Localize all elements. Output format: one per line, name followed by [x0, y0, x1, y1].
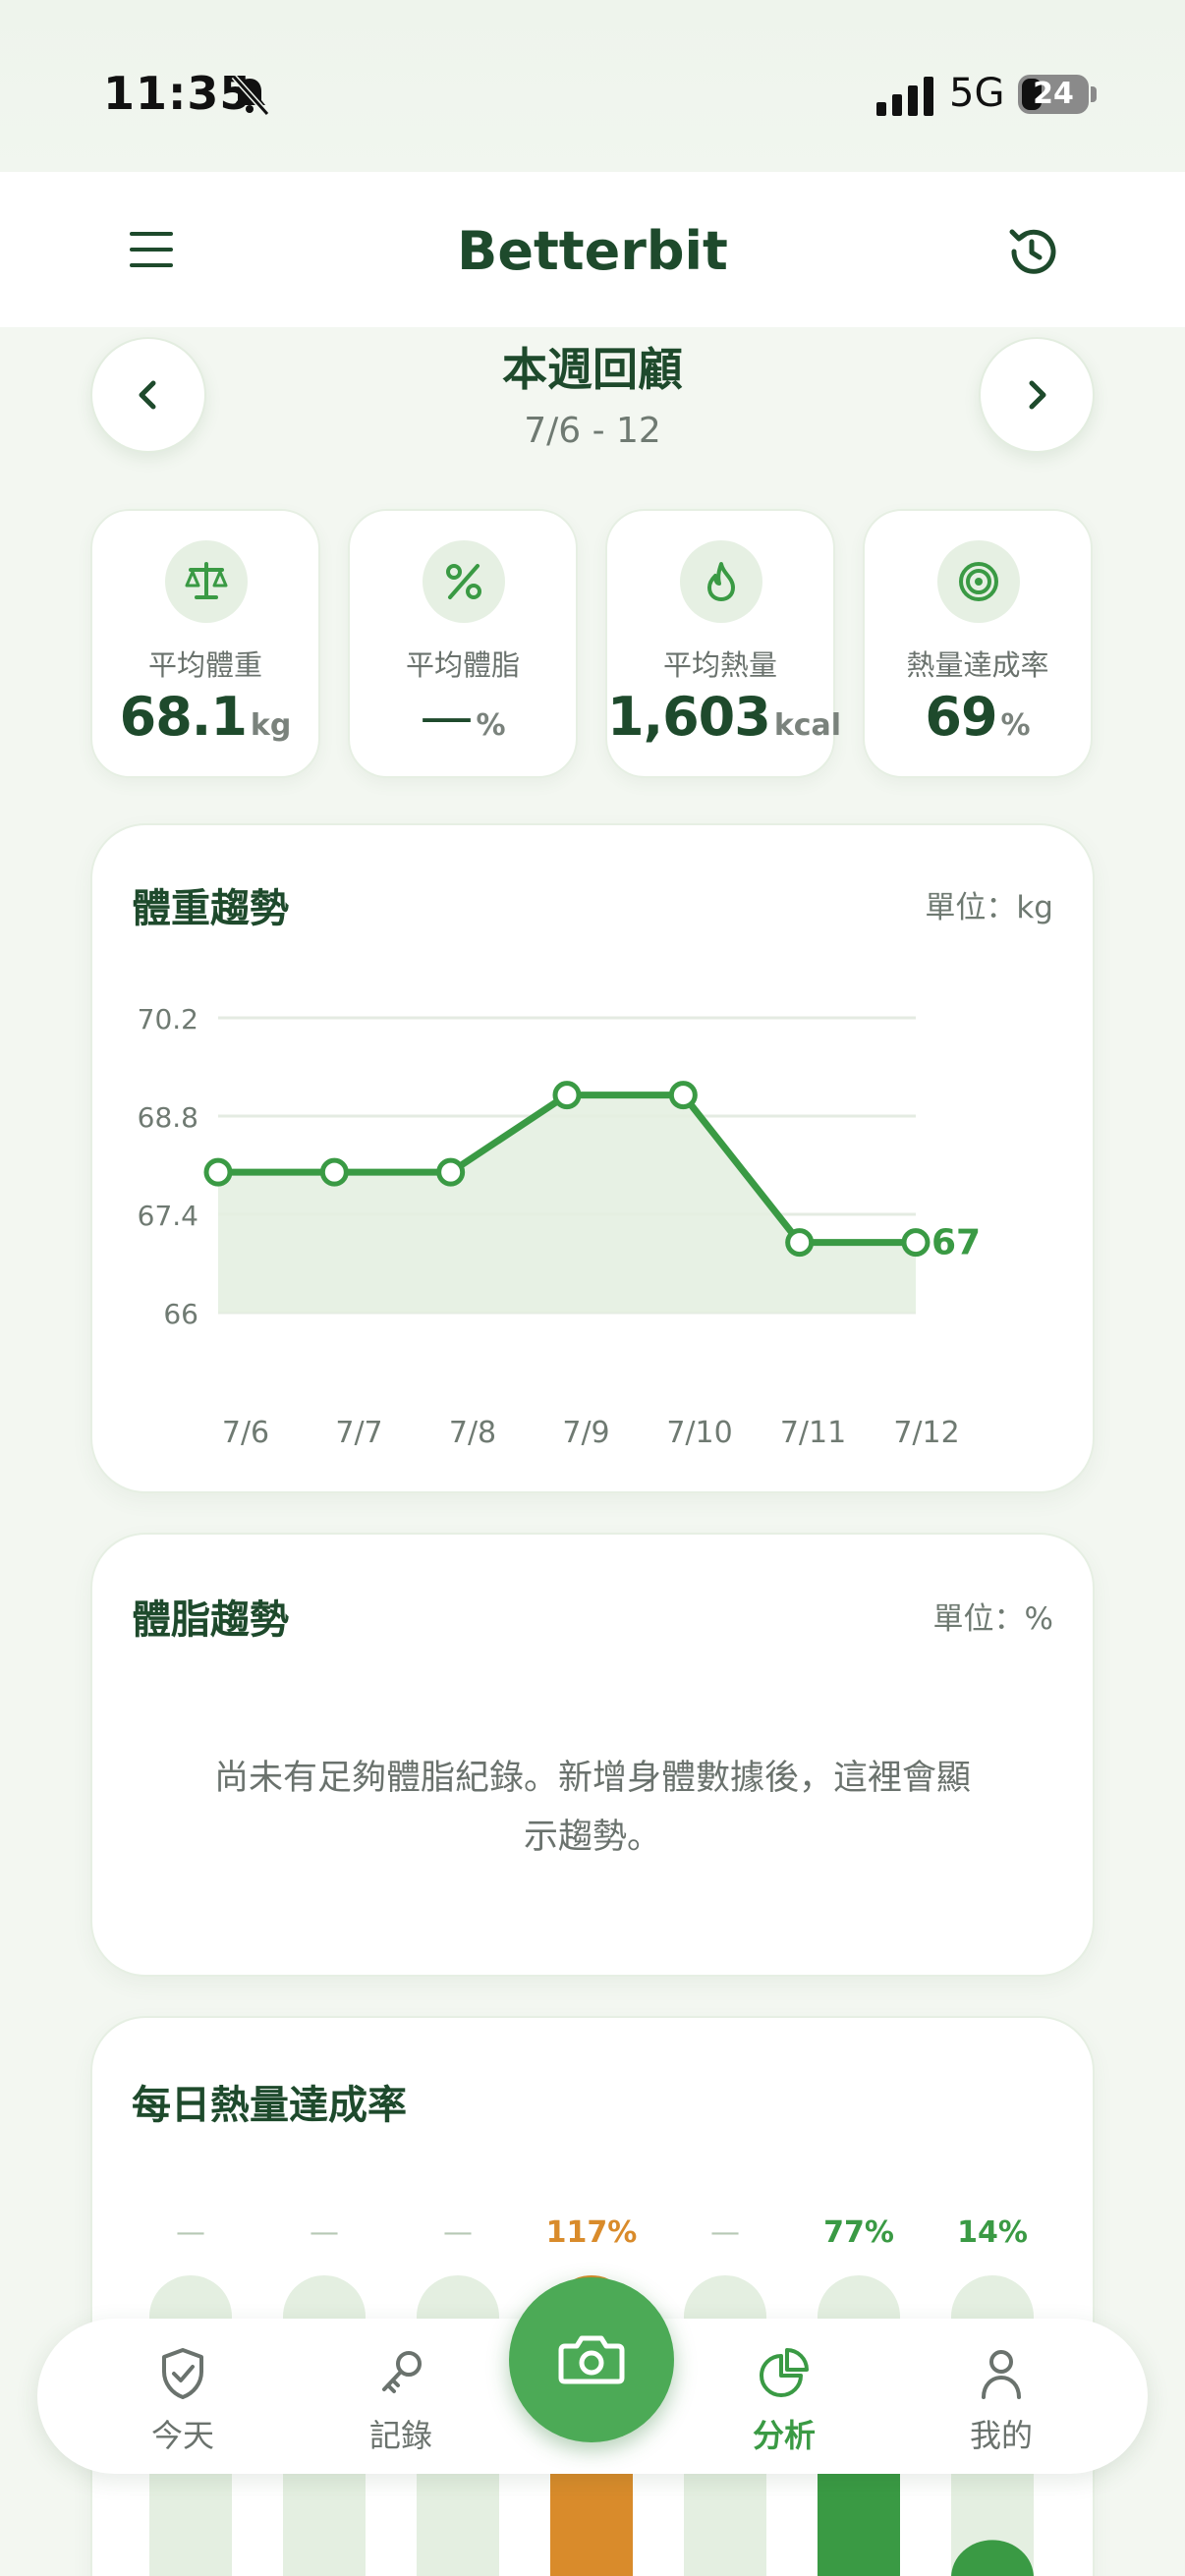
battery-icon: 24: [1018, 75, 1089, 114]
bar-value-label: —: [176, 2215, 205, 2250]
weight-card-unit: 單位：kg: [925, 890, 1053, 925]
x-tick-label: 7/11: [780, 1416, 846, 1450]
tab-records[interactable]: 記錄: [327, 2346, 475, 2454]
y-tick-label: 70.2: [138, 1003, 198, 1036]
history-icon[interactable]: [1002, 222, 1061, 281]
bodyfat-card-title: 體脂趨勢: [132, 1597, 289, 1643]
data-point: [668, 1081, 698, 1110]
y-tick-label: 67.4: [138, 1200, 198, 1232]
target-icon: [959, 562, 998, 601]
data-point: [203, 1157, 233, 1187]
bar-value-label: 77%: [823, 2215, 894, 2250]
stat-card-calorie-rate[interactable]: 熱量達成率 69%: [863, 509, 1093, 778]
bell-muted-icon: [231, 74, 270, 116]
data-point: [319, 1157, 349, 1187]
stat-value: 69%: [925, 686, 1031, 748]
shield-icon: [162, 2348, 203, 2399]
tab-label: 記錄: [368, 2417, 432, 2454]
person-icon: [982, 2350, 1021, 2399]
data-point: [552, 1081, 582, 1110]
bar-value-label: —: [443, 2215, 473, 2250]
signal-icon: [876, 77, 933, 116]
x-tick-label: 7/6: [222, 1416, 269, 1450]
tab-today[interactable]: 今天: [109, 2346, 256, 2454]
flame-icon: [707, 562, 735, 601]
tab-label: 今天: [150, 2417, 214, 2454]
battery-level: 24: [1033, 77, 1074, 111]
stat-value: —%: [420, 686, 506, 748]
network-type: 5G: [949, 71, 1005, 116]
chevron-right-icon: [1029, 380, 1046, 410]
tab-label: 分析: [752, 2417, 816, 2454]
key-icon: [382, 2351, 422, 2393]
calorie-card-title: 每日熱量達成率: [132, 2083, 407, 2128]
stat-card-avg-calories[interactable]: 平均熱量 1,603 kcal: [605, 509, 842, 778]
stat-label: 平均熱量: [662, 648, 777, 682]
y-tick-label: 68.8: [138, 1101, 198, 1134]
stat-label: 平均體重: [147, 648, 262, 682]
x-tick-label: 7/7: [335, 1416, 382, 1450]
stat-label: 熱量達成率: [906, 648, 1049, 682]
battery-nub: [1091, 86, 1097, 102]
scale-icon: [185, 562, 228, 599]
bar-value-label: 117%: [546, 2215, 638, 2250]
data-point: [785, 1228, 815, 1258]
tab-analysis[interactable]: 分析: [710, 2346, 858, 2454]
percent-icon: [446, 564, 481, 599]
next-week-button[interactable]: [979, 337, 1095, 453]
x-tick-label: 7/10: [666, 1416, 732, 1450]
tab-label: 我的: [969, 2417, 1033, 2454]
stat-card-avg-weight[interactable]: 平均體重 68.1 kg: [90, 509, 320, 778]
y-tick-label: 66: [163, 1298, 198, 1330]
bar-value-label: —: [310, 2215, 339, 2250]
tab-profile[interactable]: 我的: [928, 2346, 1075, 2454]
stat-card-avg-bodyfat[interactable]: 平均體脂 —%: [348, 509, 578, 778]
stat-value: 1,603 kcal: [607, 686, 842, 748]
camera-button[interactable]: [509, 2277, 674, 2442]
camera-icon: [558, 2335, 625, 2384]
weight-line-chart: 70.2 68.8 67.4 66 67 7/6 7/7 7/8 7/9 7/10 7/11 7/12: [138, 1003, 981, 1450]
last-value-label: 67: [931, 1223, 981, 1263]
data-point: [901, 1228, 931, 1258]
area-fill: [218, 1094, 916, 1313]
bodyfat-empty-message: 尚未有足夠體脂紀錄。新增身體數據後，這裡會顯 示趨勢。: [213, 1759, 971, 1857]
x-tick-label: 7/12: [893, 1416, 959, 1450]
bar-value-label: 14%: [957, 2215, 1028, 2250]
x-tick-label: 7/8: [449, 1416, 496, 1450]
x-tick-label: 7/9: [562, 1416, 609, 1450]
stat-label: 平均體脂: [405, 648, 520, 682]
pie-chart-icon: [760, 2348, 809, 2397]
bodyfat-card-unit: 單位：%: [932, 1601, 1053, 1637]
stat-value: 68.1 kg: [119, 686, 292, 748]
bar-value-label: —: [710, 2215, 740, 2250]
weight-card-title: 體重趨勢: [132, 886, 289, 931]
data-point: [436, 1157, 466, 1187]
